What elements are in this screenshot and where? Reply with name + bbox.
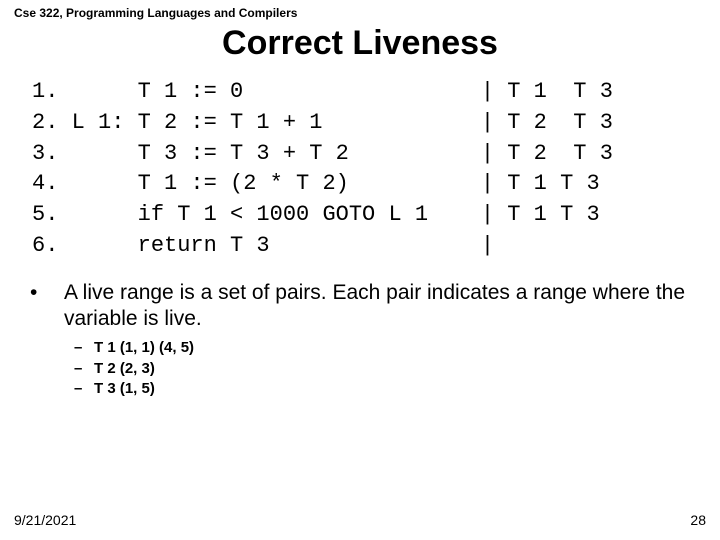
- slide-title: Correct Liveness: [14, 24, 706, 63]
- code-line: 1. T 1 := 0 | T 1 T 3: [32, 79, 613, 104]
- course-label: Cse 322, Programming Languages and Compi…: [14, 6, 706, 20]
- footer-date: 9/21/2021: [14, 512, 76, 528]
- sub-bullet-item: – T 2 (2, 3): [74, 359, 706, 379]
- sub-bullet-marker: –: [74, 379, 94, 399]
- sub-bullet-list: – T 1 (1, 1) (4, 5) – T 2 (2, 3) – T 3 (…: [74, 338, 706, 399]
- code-line: 4. T 1 := (2 * T 2) | T 1 T 3: [32, 171, 600, 196]
- bullet-marker: •: [24, 280, 64, 306]
- bullet-text: A live range is a set of pairs. Each pai…: [64, 280, 706, 333]
- footer-page-number: 28: [690, 512, 706, 528]
- sub-bullet-marker: –: [74, 338, 94, 358]
- code-block: 1. T 1 := 0 | T 1 T 3 2. L 1: T 2 := T 1…: [32, 77, 706, 262]
- sub-bullet-text: T 1 (1, 1) (4, 5): [94, 338, 194, 358]
- sub-bullet-item: – T 3 (1, 5): [74, 379, 706, 399]
- slide: Cse 322, Programming Languages and Compi…: [0, 0, 720, 540]
- bullet-item: • A live range is a set of pairs. Each p…: [24, 280, 706, 333]
- code-line: 6. return T 3 |: [32, 233, 494, 258]
- bullet-list: • A live range is a set of pairs. Each p…: [24, 280, 706, 399]
- sub-bullet-marker: –: [74, 359, 94, 379]
- sub-bullet-item: – T 1 (1, 1) (4, 5): [74, 338, 706, 358]
- footer: 9/21/2021 28: [14, 512, 706, 528]
- code-line: 2. L 1: T 2 := T 1 + 1 | T 2 T 3: [32, 110, 613, 135]
- code-line: 5. if T 1 < 1000 GOTO L 1 | T 1 T 3: [32, 202, 600, 227]
- sub-bullet-text: T 3 (1, 5): [94, 379, 155, 399]
- code-line: 3. T 3 := T 3 + T 2 | T 2 T 3: [32, 141, 613, 166]
- sub-bullet-text: T 2 (2, 3): [94, 359, 155, 379]
